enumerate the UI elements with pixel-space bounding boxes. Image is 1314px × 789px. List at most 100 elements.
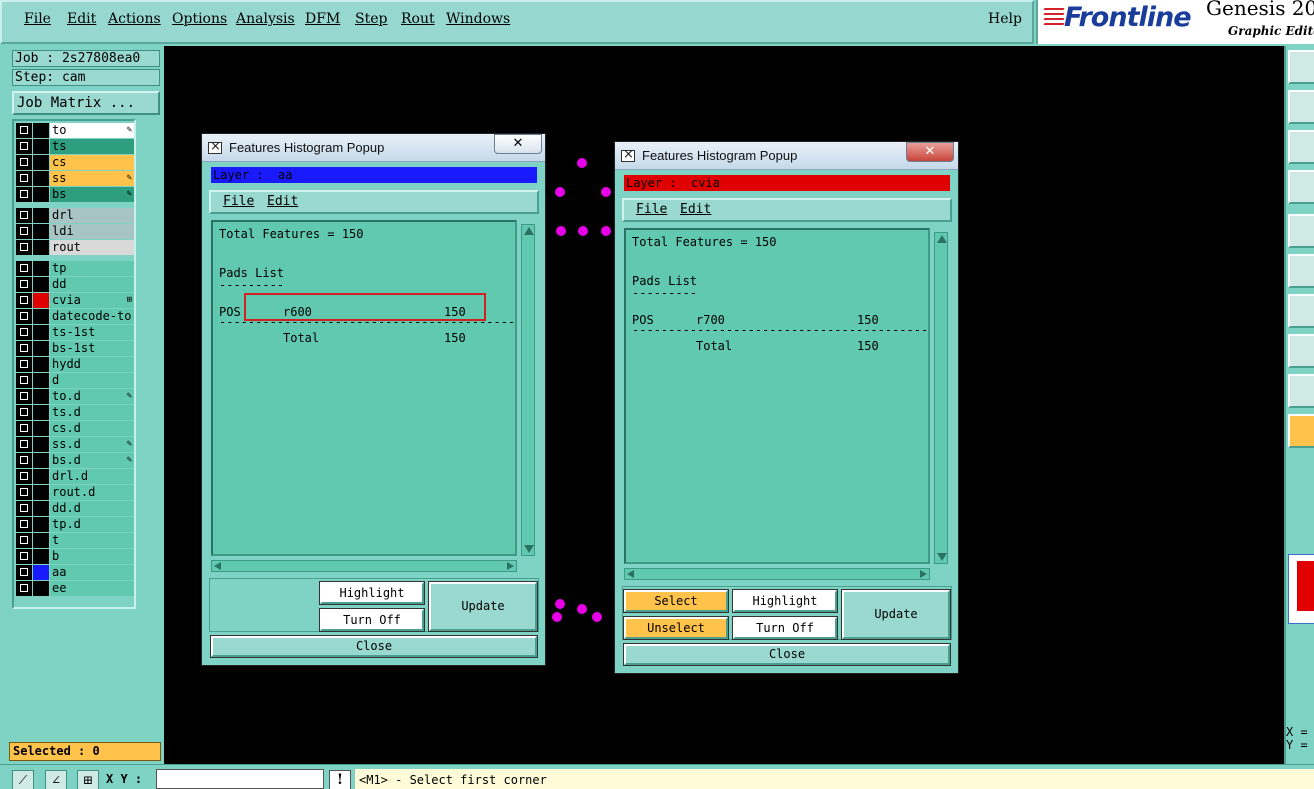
layer-color-swatch[interactable] (33, 309, 49, 324)
layer-row-to[interactable]: to ✎ (16, 123, 134, 138)
layer-color-swatch[interactable] (33, 208, 49, 223)
layer-checkbox[interactable] (16, 261, 32, 276)
layer-color-swatch[interactable] (33, 485, 49, 500)
layer-row-dd.d[interactable]: dd.d (16, 501, 134, 516)
vertical-scrollbar[interactable] (934, 232, 948, 564)
xy-input[interactable] (156, 769, 324, 789)
update-button[interactable]: Update (428, 581, 538, 632)
layer-color-swatch[interactable] (33, 549, 49, 564)
layer-checkbox[interactable] (16, 533, 32, 548)
close-button[interactable]: Close (210, 635, 538, 658)
layer-checkbox[interactable] (16, 389, 32, 404)
menu-edit[interactable]: Edit (67, 11, 96, 27)
close-button[interactable]: Close (623, 643, 951, 666)
layer-row-cs.d[interactable]: cs.d (16, 421, 134, 436)
layer-row-d[interactable]: d (16, 373, 134, 388)
layer-checkbox[interactable] (16, 293, 32, 308)
layer-name[interactable]: to.d ✎ (50, 389, 134, 404)
layer-color-swatch[interactable] (33, 277, 49, 292)
layer-row-to.d[interactable]: to.d ✎ (16, 389, 134, 404)
layer-checkbox[interactable] (16, 139, 32, 154)
layer-checkbox[interactable] (16, 123, 32, 138)
histogram-text-area[interactable]: Total Features = 150 Pads List ---------… (624, 228, 930, 564)
layer-checkbox[interactable] (16, 421, 32, 436)
layer-row-ldi[interactable]: ldi (16, 224, 134, 239)
layer-color-swatch[interactable] (33, 325, 49, 340)
layer-preview-thumbnail[interactable] (1288, 554, 1314, 624)
highlight-button[interactable]: Highlight (319, 581, 425, 605)
layer-checkbox[interactable] (16, 208, 32, 223)
layer-name[interactable]: cvia ⊞ (50, 293, 134, 308)
popup-menu-edit[interactable]: Edit (680, 200, 711, 220)
layer-color-swatch[interactable] (33, 437, 49, 452)
histogram-text-area[interactable]: Total Features = 150 Pads List ---------… (211, 220, 517, 556)
layer-color-swatch[interactable] (33, 469, 49, 484)
layer-color-swatch[interactable] (33, 373, 49, 388)
menu-analysis[interactable]: Analysis (236, 11, 295, 27)
layer-color-swatch[interactable] (33, 341, 49, 356)
layer-row-rout.d[interactable]: rout.d (16, 485, 134, 500)
layer-checkbox[interactable] (16, 405, 32, 420)
layer-color-swatch[interactable] (33, 240, 49, 255)
layer-checkbox[interactable] (16, 517, 32, 532)
layer-name[interactable]: drl (50, 208, 134, 223)
tool-pad-icon[interactable] (1288, 214, 1314, 248)
layer-checkbox[interactable] (16, 341, 32, 356)
layer-row-bs-1st[interactable]: bs-1st (16, 341, 134, 356)
layer-row-rout[interactable]: rout (16, 240, 134, 255)
layer-color-swatch[interactable] (33, 517, 49, 532)
layer-color-swatch[interactable] (33, 261, 49, 276)
layer-checkbox[interactable] (16, 325, 32, 340)
menu-options[interactable]: Options (172, 11, 227, 27)
layer-checkbox[interactable] (16, 437, 32, 452)
tool-select-pointer-icon[interactable] (1288, 414, 1314, 448)
layer-row-ss.d[interactable]: ss.d ✎ (16, 437, 134, 452)
menu-actions[interactable]: Actions (108, 11, 161, 27)
tool-line-icon[interactable] (1288, 294, 1314, 328)
layer-name[interactable]: cs.d (50, 421, 134, 436)
layer-name[interactable]: ldi (50, 224, 134, 239)
layer-name[interactable]: b (50, 549, 134, 564)
angle-icon[interactable]: ∠ (45, 770, 67, 789)
layer-color-swatch[interactable] (33, 224, 49, 239)
layer-name[interactable]: t (50, 533, 134, 548)
layer-checkbox[interactable] (16, 581, 32, 596)
select-button[interactable]: Select (623, 589, 729, 613)
layer-color-swatch[interactable] (33, 123, 49, 138)
layer-color-swatch[interactable] (33, 293, 49, 308)
highlight-button[interactable]: Highlight (732, 589, 838, 613)
layer-row-ee[interactable]: ee (16, 581, 134, 596)
layer-row-ss[interactable]: ss ✎ (16, 171, 134, 186)
layer-name[interactable]: drl.d (50, 469, 134, 484)
scroll-left-icon[interactable] (627, 570, 634, 578)
layer-name[interactable]: rout (50, 240, 134, 255)
layer-row-t[interactable]: t (16, 533, 134, 548)
layer-checkbox[interactable] (16, 309, 32, 324)
tool-surface-icon[interactable] (1288, 334, 1314, 368)
layer-row-cs[interactable]: cs (16, 155, 134, 170)
layer-row-ts[interactable]: ts (16, 139, 134, 154)
layer-name[interactable]: ss ✎ (50, 171, 134, 186)
layer-row-aa[interactable]: aa (16, 565, 134, 580)
layer-name[interactable]: bs-1st (50, 341, 134, 356)
menu-windows[interactable]: Windows (446, 11, 510, 27)
layer-checkbox[interactable] (16, 240, 32, 255)
menu-help[interactable]: Help (988, 11, 1022, 27)
warning-icon[interactable]: ! (329, 770, 351, 789)
scroll-right-icon[interactable] (507, 562, 514, 570)
menu-file[interactable]: File (24, 11, 51, 27)
layer-checkbox[interactable] (16, 277, 32, 292)
layer-checkbox[interactable] (16, 565, 32, 580)
layer-color-swatch[interactable] (33, 421, 49, 436)
scroll-down-icon[interactable] (937, 553, 947, 561)
layer-name[interactable]: bs.d ✎ (50, 453, 134, 468)
layer-checkbox[interactable] (16, 453, 32, 468)
tool-connect-icon[interactable] (1288, 254, 1314, 288)
layer-color-swatch[interactable] (33, 187, 49, 202)
layer-name[interactable]: tp (50, 261, 134, 276)
layer-row-bs[interactable]: bs ✎ (16, 187, 134, 202)
close-icon[interactable]: ✕ (906, 142, 954, 162)
vertical-scrollbar[interactable] (521, 224, 535, 556)
layer-row-b[interactable]: b (16, 549, 134, 564)
layer-name[interactable]: ts (50, 139, 134, 154)
